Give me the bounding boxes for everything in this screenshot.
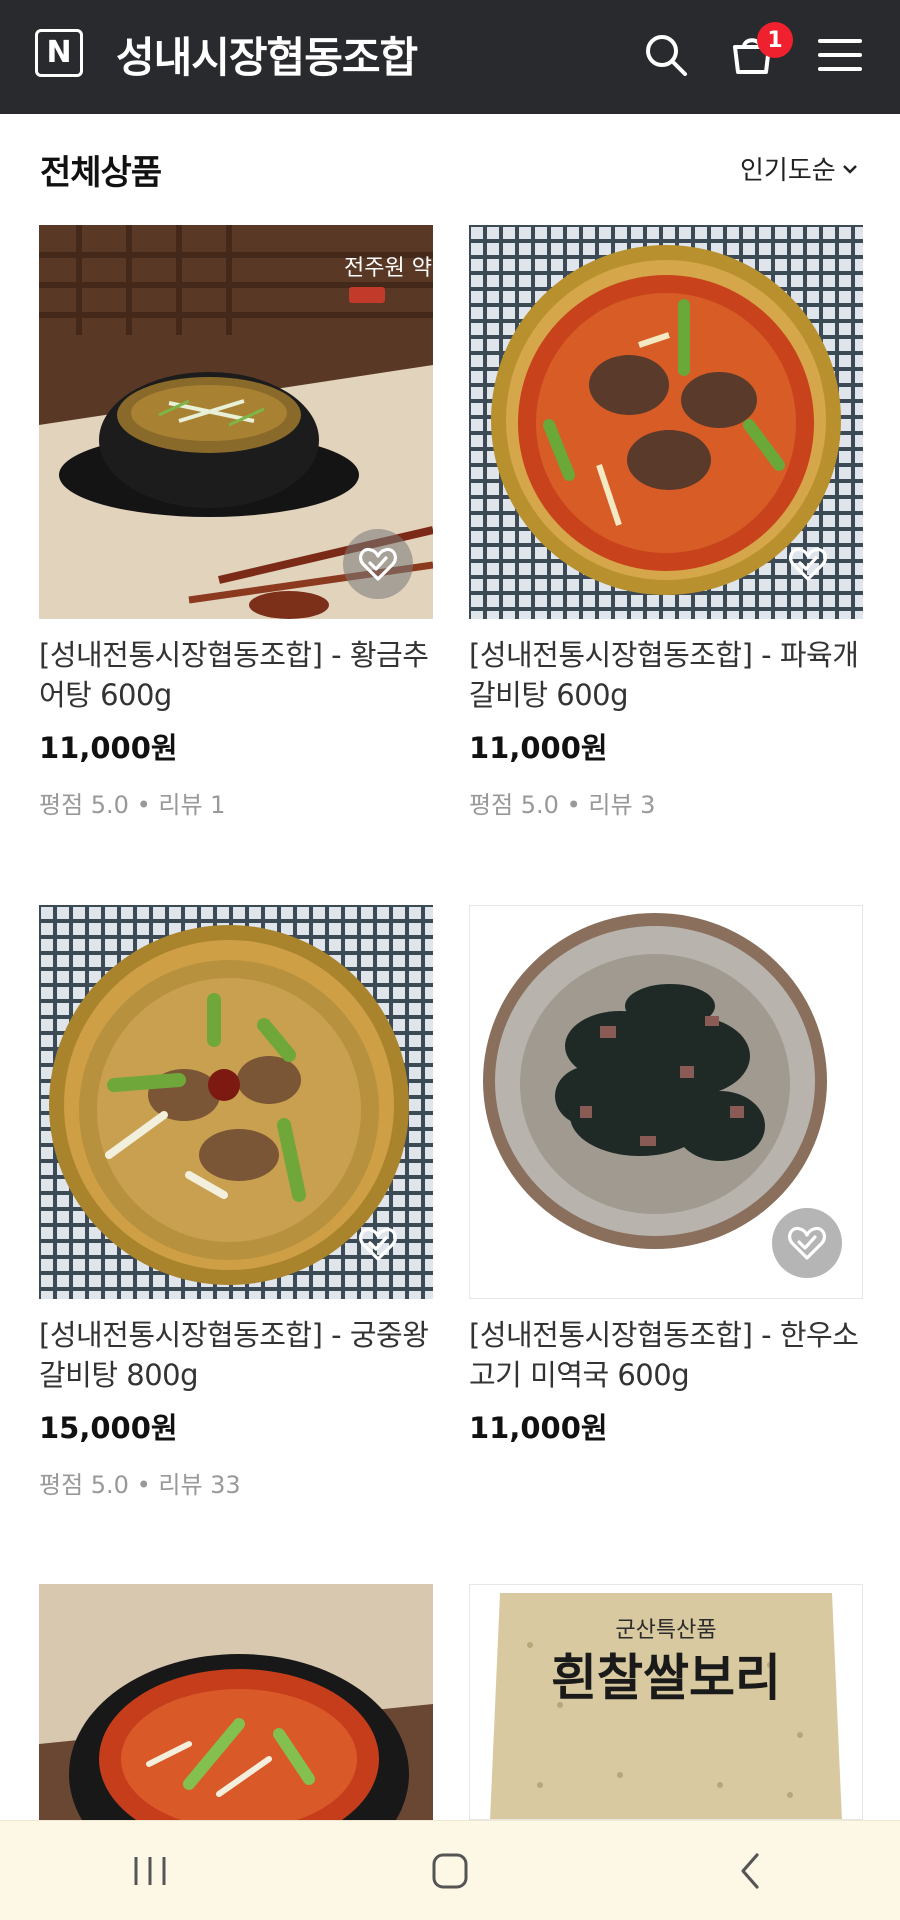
wishlist-button[interactable]: [343, 529, 413, 599]
sort-dropdown[interactable]: 인기도순: [740, 150, 858, 187]
product-price: 11,000원: [469, 1411, 608, 1445]
home-icon: [432, 1853, 468, 1888]
recent-apps-icon: [134, 1856, 166, 1885]
product-rating: 평점 5.0 • 리뷰 3: [469, 791, 656, 819]
home-button[interactable]: [390, 1821, 510, 1920]
cart-count-badge: 1: [757, 22, 793, 58]
product-image-spicy-stew[interactable]: [39, 1584, 433, 1820]
recent-apps-button[interactable]: [90, 1821, 210, 1920]
menu-button[interactable]: [812, 27, 868, 83]
brand-watermark: 전주원 약선요리: [344, 256, 433, 281]
product-image-barley[interactable]: 군산특산품 흰찰쌀보리: [469, 1584, 863, 1820]
wishlist-button[interactable]: [343, 1209, 413, 1279]
product-card[interactable]: [성내전통시장협동조합] - 한우소고기 미역국 600g 11,000원: [469, 905, 863, 1447]
chevron-down-icon: [842, 164, 857, 174]
heart-check-icon: [788, 547, 828, 581]
package-label-main: 흰찰쌀보리: [551, 1648, 781, 1707]
system-navigation-bar: [0, 1820, 900, 1920]
product-image-chueotang[interactable]: 전주원 약선요리: [39, 225, 433, 619]
heart-check-icon: [787, 1226, 827, 1260]
product-price: 11,000원: [39, 731, 178, 765]
package-label-top: 군산특산품: [615, 1618, 716, 1643]
product-rating: 평점 5.0 • 리뷰 1: [39, 791, 226, 819]
back-button[interactable]: [690, 1821, 810, 1920]
logo-letter: N: [46, 35, 72, 70]
product-price: 11,000원: [469, 731, 608, 765]
wishlist-button[interactable]: [773, 529, 843, 599]
product-card[interactable]: [39, 1584, 433, 1820]
page-title: 전체상품: [40, 153, 162, 193]
product-image-galbitang-spicy[interactable]: [469, 225, 863, 619]
hamburger-menu-icon: [818, 39, 862, 71]
product-name[interactable]: [성내전통시장협동조합] - 황금추어탕 600g: [39, 635, 433, 715]
search-icon: [646, 35, 687, 76]
heart-check-icon: [358, 1227, 398, 1261]
store-name[interactable]: 성내시장협동조합: [116, 24, 418, 85]
product-card[interactable]: [성내전통시장협동조합] - 궁중왕갈비탕 800g 15,000원 평점 5.…: [39, 905, 433, 1500]
product-card[interactable]: 전주원 약선요리 [성내전통시장협동조합] - 황금추어탕 600g 11,00…: [39, 225, 433, 820]
product-rating: 평점 5.0 • 리뷰 33: [39, 1471, 241, 1499]
product-card[interactable]: 군산특산품 흰찰쌀보리: [469, 1584, 863, 1820]
product-name[interactable]: [성내전통시장협동조합] - 한우소고기 미역국 600g: [469, 1315, 863, 1395]
sort-label: 인기도순: [740, 156, 836, 186]
product-price: 15,000원: [39, 1411, 178, 1445]
search-button[interactable]: [638, 27, 694, 83]
heart-check-icon: [358, 547, 398, 581]
top-header: N 성내시장협동조합 1: [0, 0, 900, 114]
wishlist-button[interactable]: [772, 1208, 842, 1278]
product-image-miyeokguk[interactable]: [469, 905, 863, 1299]
product-name[interactable]: [성내전통시장협동조합] - 궁중왕갈비탕 800g: [39, 1315, 433, 1395]
product-name[interactable]: [성내전통시장협동조합] - 파육개 갈비탕 600g: [469, 635, 863, 715]
product-card[interactable]: [성내전통시장협동조합] - 파육개 갈비탕 600g 11,000원 평점 5…: [469, 225, 863, 820]
product-image-galbitang-royal[interactable]: [39, 905, 433, 1299]
back-icon: [741, 1852, 759, 1889]
store-logo[interactable]: N: [35, 29, 83, 77]
